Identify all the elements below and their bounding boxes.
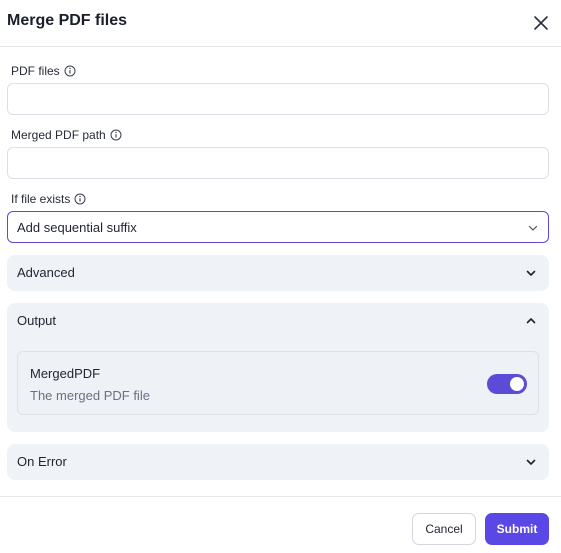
on-error-section-header[interactable]: On Error: [7, 444, 549, 480]
info-icon: [74, 193, 86, 205]
close-button[interactable]: [530, 12, 552, 34]
chevron-up-icon: [526, 318, 536, 324]
pdf-files-label: PDF files: [11, 64, 76, 78]
footer-divider: [0, 496, 561, 497]
pdf-files-input[interactable]: [7, 83, 549, 115]
merged-pdf-path-input[interactable]: [7, 147, 549, 179]
merged-pdf-path-label: Merged PDF path: [11, 128, 122, 142]
info-icon: [64, 65, 76, 77]
merged-pdf-path-label-text: Merged PDF path: [11, 128, 106, 142]
output-variable-description: The merged PDF file: [30, 388, 150, 403]
on-error-section: On Error: [7, 444, 549, 480]
info-icon: [110, 129, 122, 141]
dialog-header: Merge PDF files: [0, 0, 561, 47]
if-file-exists-label-text: If file exists: [11, 192, 71, 206]
if-file-exists-select[interactable]: Add sequential suffix: [7, 211, 549, 243]
advanced-section-title: Advanced: [17, 265, 75, 280]
toggle-knob: [510, 377, 524, 391]
output-variable-toggle[interactable]: [487, 374, 527, 394]
output-section-header[interactable]: Output: [7, 303, 549, 339]
chevron-down-icon: [526, 270, 536, 276]
output-section-title: Output: [17, 313, 57, 328]
cancel-button[interactable]: Cancel: [412, 513, 476, 545]
submit-button[interactable]: Submit: [485, 513, 549, 545]
advanced-section-header[interactable]: Advanced: [7, 255, 549, 291]
on-error-section-title: On Error: [17, 454, 67, 469]
if-file-exists-value: Add sequential suffix: [17, 220, 137, 235]
chevron-down-icon: [528, 225, 538, 231]
advanced-section: Advanced: [7, 255, 549, 291]
close-icon: [534, 16, 548, 30]
dialog-title: Merge PDF files: [7, 12, 128, 29]
output-variable-name: MergedPDF: [30, 366, 101, 381]
output-variable-card: MergedPDF The merged PDF file: [17, 351, 539, 415]
output-section: Output MergedPDF The merged PDF file: [7, 303, 549, 432]
chevron-down-icon: [526, 459, 536, 465]
if-file-exists-label: If file exists: [11, 192, 86, 206]
pdf-files-label-text: PDF files: [11, 64, 60, 78]
